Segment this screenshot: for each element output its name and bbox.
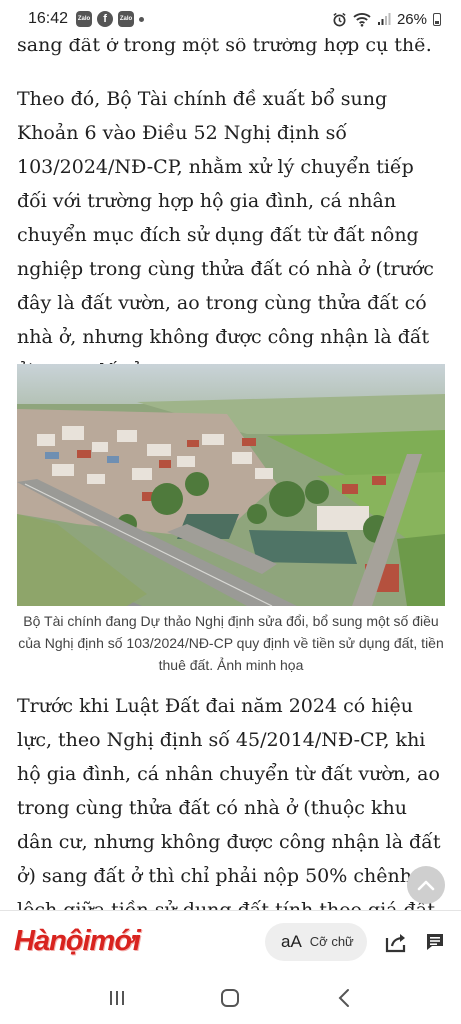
home-button[interactable]: [210, 978, 250, 1018]
back-button[interactable]: [324, 978, 364, 1018]
recent-apps-button[interactable]: [97, 978, 137, 1018]
signal-icon: [377, 13, 391, 25]
image-caption: Bộ Tài chính đang Dự thảo Nghị định sửa …: [18, 613, 444, 673]
chevron-up-icon: [417, 880, 435, 891]
font-size-button[interactable]: aA Cỡ chữ: [265, 922, 367, 961]
article-image[interactable]: [17, 364, 445, 606]
share-icon: [385, 933, 406, 952]
comment-button[interactable]: [423, 930, 447, 954]
article-paragraph: Theo đó, Bộ Tài chính đề xuất bổ sung Kh…: [17, 88, 434, 382]
battery-percentage: 26%: [396, 10, 427, 28]
comment-icon: [427, 933, 443, 950]
wifi-icon: [353, 12, 371, 27]
notification-dot-icon: [139, 16, 145, 22]
share-button[interactable]: [383, 929, 409, 955]
back-icon: [338, 989, 350, 1007]
status-time: 16:42: [28, 10, 69, 27]
font-size-label: Cỡ chữ: [309, 934, 354, 949]
facebook-icon: f: [97, 11, 114, 27]
battery-icon: [433, 12, 441, 26]
zalo-icon: Zalo: [118, 11, 135, 27]
article-content: sang đất ở trong một số trường hợp cụ th…: [0, 0, 461, 910]
status-bar: 16:42 Zalo f Zalo 26%: [0, 0, 461, 38]
font-size-icon: aA: [281, 931, 302, 951]
alarm-icon: [333, 12, 346, 26]
zalo-icon: Zalo: [76, 11, 93, 27]
scroll-to-top-button[interactable]: [407, 866, 445, 904]
recent-apps-icon: [109, 991, 124, 1005]
home-icon: [221, 989, 240, 1007]
system-navigation-bar: [0, 972, 461, 1024]
article-paragraph: Trước khi Luật Đất đai năm 2024 có hiệu …: [17, 695, 441, 910]
bottom-toolbar: Hànộimới aA Cỡ chữ: [0, 910, 461, 972]
aerial-town-photo: [17, 364, 445, 606]
site-logo[interactable]: Hànộimới: [14, 925, 141, 958]
status-indicators: 26%: [332, 11, 441, 28]
